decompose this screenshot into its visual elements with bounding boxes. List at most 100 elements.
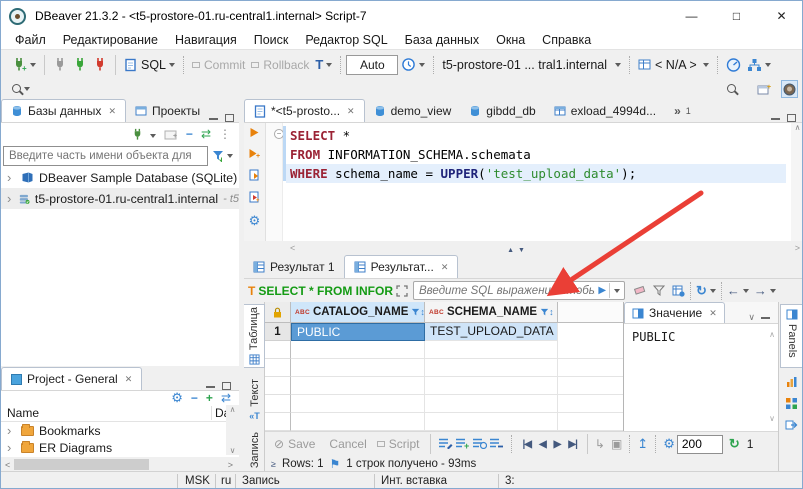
cursor-position-indicator[interactable]: 3: [505, 475, 515, 487]
chevron-down-icon[interactable] [30, 63, 36, 67]
tree-item-sample-db[interactable]: › DBeaver Sample Database (SQLite) [1, 167, 239, 188]
results-filter-input[interactable] [419, 285, 595, 297]
execute-new-tab-button[interactable]: + [248, 148, 261, 162]
expander-icon[interactable]: › [7, 440, 16, 455]
editor-vertical-scrollbar[interactable]: ∧ [791, 123, 803, 241]
view-menu-icon[interactable]: ⋮ [219, 127, 231, 141]
filters-icon[interactable] [653, 285, 665, 297]
timezone-indicator[interactable]: MSK [185, 475, 210, 487]
connection-selector[interactable]: t5-prostore-01 ... tral1.internal [439, 56, 624, 74]
close-icon[interactable]: ✕ [108, 106, 116, 117]
dashboard-button[interactable] [723, 55, 744, 74]
maximize-panel-icon[interactable] [222, 382, 231, 390]
script-button[interactable]: Script [373, 437, 424, 451]
menu-edit[interactable]: Редактирование [63, 33, 158, 47]
minimize-panel-icon[interactable] [206, 385, 215, 388]
chevron-down-icon[interactable] [703, 63, 709, 67]
edit-cell-button[interactable] [438, 437, 453, 452]
expander-icon[interactable]: › [7, 170, 16, 185]
presentation-tab-text[interactable]: Текст «T [244, 374, 265, 426]
dbeaver-perspective-button[interactable] [781, 80, 798, 98]
fetch-all-icon[interactable]: ▣ [611, 437, 622, 451]
next-row-button[interactable]: ▶ [551, 439, 564, 450]
project-item-bookmarks[interactable]: › Bookmarks [1, 422, 239, 439]
close-icon[interactable]: ✕ [441, 262, 449, 273]
commit-mode-select[interactable]: Auto [346, 55, 398, 75]
tab-databases[interactable]: Базы данных ✕ [1, 99, 126, 122]
column-header-catalog-name[interactable]: ABC CATALOG_NAME ↕ [291, 302, 425, 323]
cancel-button[interactable]: Cancel [321, 437, 370, 451]
first-row-button[interactable]: |◀ [519, 439, 534, 450]
tab-result-1[interactable]: Результат 1 [244, 255, 344, 278]
eraser-icon[interactable] [633, 285, 646, 296]
previous-icon[interactable]: ← [727, 283, 740, 298]
menu-window[interactable]: Окна [496, 33, 525, 47]
apply-filter-icon[interactable]: ▶ [595, 285, 609, 296]
sql-line[interactable]: WHERE schema_name = UPPER('test_upload_d… [286, 164, 786, 183]
tab-exload[interactable]: exload_4994d... [545, 99, 665, 122]
menu-database[interactable]: База данных [405, 33, 479, 47]
tab-panels[interactable]: Panels [780, 304, 803, 368]
fetch-size-input[interactable] [677, 435, 723, 454]
tab-sql-script[interactable]: *<t5-prosto... ✕ [244, 99, 365, 122]
close-icon[interactable]: ✕ [125, 374, 133, 385]
minimize-button[interactable]: — [669, 1, 714, 31]
tab-demo-view[interactable]: demo_view [365, 99, 461, 122]
row-number-cell[interactable]: 1 [265, 323, 291, 341]
write-mode-indicator[interactable]: Запись [242, 475, 280, 487]
chevron-down-icon[interactable] [24, 87, 30, 91]
collapse-all-icon[interactable]: − [186, 127, 193, 141]
previous-row-button[interactable]: ◀ [536, 439, 549, 450]
export-results-icon[interactable]: ↥ [637, 436, 648, 452]
scroll-down-icon[interactable]: ∨ [769, 414, 775, 423]
scroll-down-icon[interactable]: ∨ [230, 446, 236, 455]
commit-button[interactable]: Commit [189, 56, 248, 74]
chevron-down-icon[interactable] [770, 289, 776, 293]
link-editor-icon[interactable]: ⇄ [201, 127, 211, 141]
scroll-up-icon[interactable]: ∧ [795, 123, 801, 132]
maximize-panel-icon[interactable] [787, 114, 796, 122]
explain-plan-button[interactable]: + [249, 191, 261, 206]
presentation-tab-grid[interactable]: Таблица [244, 304, 265, 368]
minimize-panel-icon[interactable] [209, 117, 218, 120]
menu-help[interactable]: Справка [542, 33, 591, 47]
project-horizontal-scrollbar[interactable]: < > [1, 457, 239, 472]
chevron-down-icon[interactable] [765, 63, 771, 67]
aggregate-panel-icon[interactable] [785, 376, 798, 391]
tab-gibdd-db[interactable]: gibdd_db [460, 99, 544, 122]
expand-all-icon[interactable]: + [206, 391, 213, 405]
scrollbar-thumb[interactable] [14, 459, 149, 470]
tasks-button[interactable] [744, 56, 774, 74]
minimize-panel-icon[interactable] [771, 117, 780, 120]
duplicate-row-button[interactable] [472, 437, 487, 452]
column-name[interactable]: Name [1, 406, 211, 420]
scroll-up-icon[interactable]: ∧ [230, 405, 236, 414]
sql-editor-button[interactable]: SQL [121, 56, 178, 74]
editor-results-sash[interactable]: ▲ ▼ [496, 246, 536, 255]
tab-projects[interactable]: Проекты [126, 99, 209, 122]
reconnect-button[interactable] [70, 55, 90, 74]
sql-line[interactable]: SELECT * [290, 126, 788, 145]
chevron-down-icon[interactable] [150, 134, 156, 138]
execute-statement-button[interactable] [249, 127, 260, 141]
object-filter-input[interactable] [3, 146, 208, 166]
sql-code[interactable]: SELECT *FROM INFORMATION_SCHEMA.schemata… [290, 126, 788, 183]
results-grid[interactable]: ABC CATALOG_NAME ↕ ABC SCHEMA_NAME ↕ 1 P… [265, 302, 623, 431]
tab-value[interactable]: Значение ✕ [624, 302, 725, 323]
scroll-left-icon[interactable]: < [290, 243, 295, 253]
sql-editor[interactable]: + + ⚙ ..... − SELECT *FROM INFORMATION_S… [244, 123, 803, 241]
project-item-er-diagrams[interactable]: › ER Diagrams [1, 439, 239, 456]
language-indicator[interactable]: ru [221, 475, 231, 487]
fetch-next-segment-icon[interactable]: ↳ [595, 437, 605, 451]
tab-overflow-button[interactable]: »1 [665, 99, 700, 122]
maximize-button[interactable]: □ [714, 1, 759, 31]
link-editor-icon[interactable]: ⇄ [221, 391, 231, 405]
save-button[interactable]: ⊘Save [270, 437, 319, 451]
column-header-schema-name[interactable]: ABC SCHEMA_NAME ↕ [425, 302, 558, 323]
rollback-button[interactable]: Rollback [248, 56, 312, 74]
tab-result-2[interactable]: Результат... ✕ [344, 255, 459, 278]
new-connection-button[interactable]: + [8, 55, 39, 74]
scroll-right-icon[interactable]: > [222, 460, 239, 470]
disconnect-button[interactable] [90, 55, 110, 74]
presentation-tab-record[interactable]: Запись [244, 430, 265, 471]
